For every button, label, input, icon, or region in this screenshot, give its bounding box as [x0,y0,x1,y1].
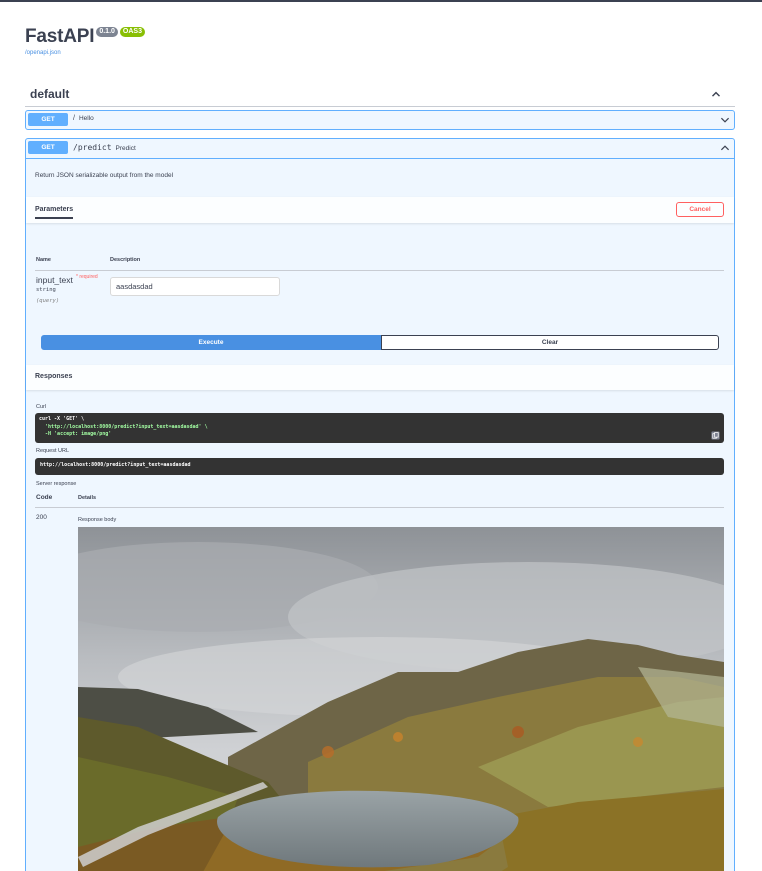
operation-summary[interactable]: GET /predict Predict [26,139,734,158]
responses-header: Responses [26,365,734,390]
curl-line: 'http://localhost:8000/predict?input_tex… [39,423,208,430]
operation-get-root[interactable]: GET / Hello [25,110,735,130]
param-column-name: Name [36,257,51,263]
copy-icon[interactable] [711,431,720,440]
parameters-header: Parameters Cancel [26,197,734,223]
param-location: (query) [36,298,60,304]
chevron-up-icon[interactable] [719,142,731,154]
path-text: /predict [73,143,112,152]
app-header: FastAPI 0.1.0 OAS3 [25,26,145,48]
response-status-code: 200 [36,514,47,521]
response-code-column: Code [36,494,53,501]
response-body-label: Response body [78,517,117,523]
tag-title: default [30,87,70,101]
cancel-button[interactable]: Cancel [676,202,724,217]
execute-button[interactable]: Execute [41,335,381,350]
curl-line: -H 'accept: image/png' [39,431,112,437]
openapi-json-link[interactable]: /openapi.json [25,50,61,56]
server-response-label: Server response [36,481,77,487]
chevron-up-icon[interactable] [709,87,723,101]
operation-summary[interactable]: GET / Hello [26,111,734,130]
operation-summary-text: Return JSON serializable output from the… [35,172,174,179]
request-url-label: Request URL [36,448,70,454]
operation-path: /predict Predict [73,143,136,152]
param-type: string [36,287,56,293]
clear-button[interactable]: Clear [381,335,719,350]
operation-get-predict[interactable]: GET /predict Predict Return JSON serializ… [25,138,735,871]
responses-title: Responses [35,373,73,380]
divider [35,507,724,508]
param-required-marker: * required [76,274,98,280]
oas-badge: OAS3 [119,27,145,37]
top-rule [0,0,762,2]
request-url-block[interactable]: http://localhost:8000/predict?input_text… [35,458,724,475]
page-title: FastAPI [25,26,95,47]
tag-section-default[interactable]: default [25,84,735,107]
response-image [78,527,724,871]
method-badge: GET [28,113,68,126]
operation-body: Return JSON serializable output from the… [26,158,734,871]
operation-description: Hello [78,115,94,122]
curl-line: curl -X 'GET' \ [39,416,85,422]
curl-code-block[interactable]: curl -X 'GET' \ 'http://localhost:8000/p… [35,413,724,443]
curl-label: Curl [36,404,47,410]
divider [35,270,724,271]
operation-path: / Hello [73,115,94,122]
param-name: input_text [36,275,73,285]
chevron-down-icon[interactable] [719,114,731,126]
tab-parameters[interactable]: Parameters [35,206,74,219]
param-column-description: Description [110,257,141,263]
method-badge: GET [28,141,68,154]
version-badge: 0.1.0 [96,27,118,37]
operation-description: Predict [115,145,136,152]
path-text: / [73,115,75,122]
input-text-field[interactable] [110,277,280,296]
response-details-column: Details [78,495,97,501]
execute-wrapper: Execute Clear [41,335,719,350]
